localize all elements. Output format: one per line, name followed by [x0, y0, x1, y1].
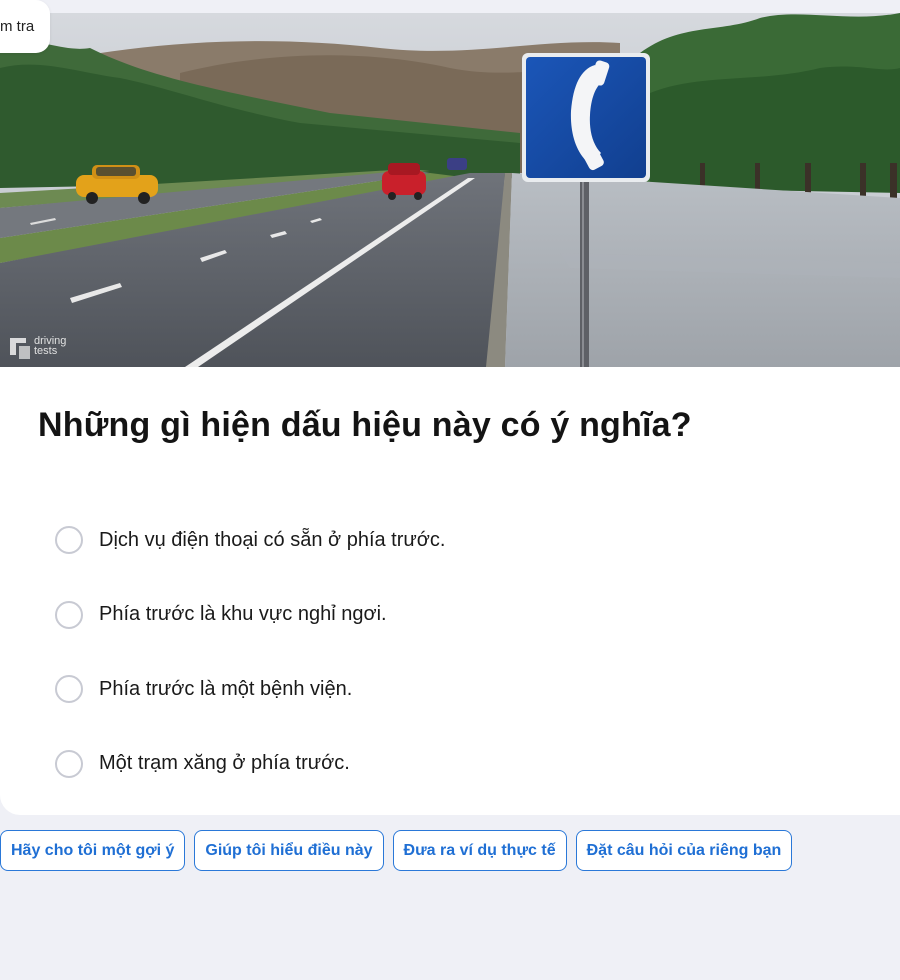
answer-option-1[interactable]: Dịch vụ điện thoại có sẵn ở phía trước. — [55, 503, 445, 578]
watermark-logo: driving tests — [34, 335, 67, 357]
telephone-icon — [551, 59, 621, 171]
radio-button[interactable] — [55, 749, 83, 778]
assistant-actions: Hãy cho tôi một gợi ý Giúp tôi hiểu điều… — [0, 830, 793, 871]
answer-option-2[interactable]: Phía trước là khu vực nghỉ ngơi. — [55, 578, 445, 653]
answer-label: Phía trước là khu vực nghỉ ngơi. — [99, 603, 387, 626]
question-text: Những gì hiện dấu hiệu này có ý nghĩa? — [38, 406, 692, 444]
radio-button[interactable] — [55, 600, 83, 629]
answer-option-4[interactable]: Một trạm xăng ở phía trước. — [55, 727, 445, 802]
answer-options: Dịch vụ điện thoại có sẵn ở phía trước. … — [55, 503, 445, 801]
answer-label: Phía trước là một bệnh viện. — [99, 677, 353, 700]
hint-button[interactable]: Hãy cho tôi một gợi ý — [0, 830, 186, 871]
answer-label: Dịch vụ điện thoại có sẵn ở phía trước. — [99, 528, 446, 551]
real-example-button[interactable]: Đưa ra ví dụ thực tế — [392, 830, 567, 871]
header-tab-label: m tra — [0, 18, 35, 35]
radio-button[interactable] — [55, 526, 83, 555]
radio-button[interactable] — [55, 675, 83, 704]
question-card: driving tests Những gì hiện dấu hiệu này… — [0, 13, 900, 815]
answer-label: Một trạm xăng ở phía trước. — [99, 752, 350, 775]
ask-own-question-button[interactable]: Đặt câu hỏi của riêng bạn — [575, 830, 793, 871]
answer-option-3[interactable]: Phía trước là một bệnh viện. — [55, 652, 445, 727]
explain-button[interactable]: Giúp tôi hiểu điều này — [194, 830, 384, 871]
header-tab[interactable]: m tra — [0, 0, 51, 53]
question-image: driving tests — [0, 13, 900, 367]
